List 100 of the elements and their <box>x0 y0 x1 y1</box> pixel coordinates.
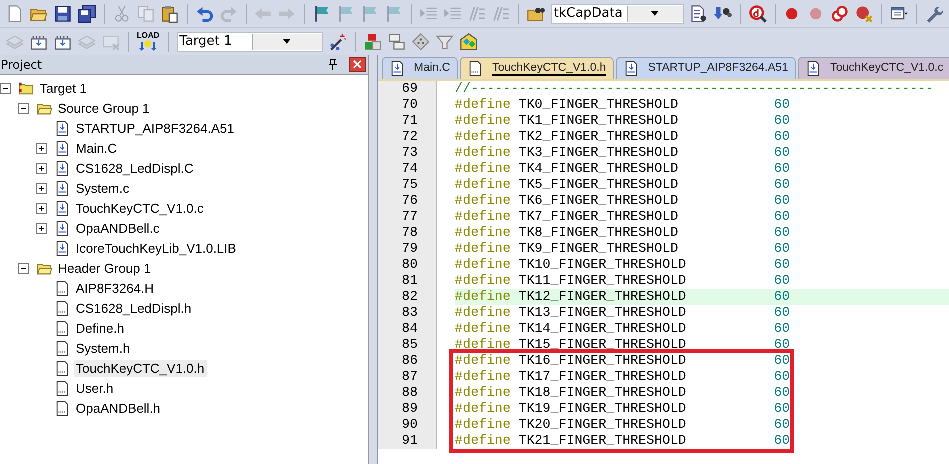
clipboard-icon[interactable] <box>160 4 179 22</box>
undo-arrow-icon[interactable] <box>196 4 214 22</box>
expand-toggle[interactable] <box>36 142 47 154</box>
search-combo-box[interactable]: tkCapData <box>550 4 684 24</box>
line-number: 78 <box>401 225 419 241</box>
code-keyword: #define <box>455 369 511 384</box>
code-value: 60 <box>774 337 792 353</box>
line-number: 73 <box>401 145 419 161</box>
window-list-icon[interactable] <box>890 4 908 22</box>
code-value: 60 <box>774 113 792 129</box>
target-combo-box[interactable]: Target 1 <box>176 32 323 52</box>
tree-item[interactable]: Main.C <box>74 140 120 156</box>
file-tab[interactable]: TouchKeyCTC_V1.0.h <box>460 57 614 79</box>
code-keyword: #define <box>455 97 511 112</box>
dropdown-arrow-icon[interactable] <box>283 39 292 44</box>
code-value: 60 <box>774 417 792 433</box>
header-file-icon <box>55 300 70 316</box>
file-tab[interactable]: TouchKeyCTC_V1.0.c <box>798 57 949 79</box>
line-number: 87 <box>401 369 419 385</box>
code-identifier: TK10_FINGER_THRESHOLD <box>518 257 686 272</box>
code-keyword: #define <box>455 385 511 400</box>
code-value: 60 <box>774 161 792 177</box>
line-number: 88 <box>401 385 419 401</box>
line-number: 83 <box>401 305 419 321</box>
expand-toggle[interactable] <box>36 182 47 194</box>
close-button[interactable] <box>349 57 366 72</box>
source-file-icon <box>55 200 70 216</box>
colored-blocks-icon[interactable] <box>364 32 382 50</box>
source-file-icon <box>55 220 70 236</box>
collapse-toggle[interactable] <box>18 262 29 274</box>
code-keyword: #define <box>455 225 511 240</box>
tree-item[interactable]: System.c <box>74 180 132 196</box>
line-number: 69 <box>401 81 419 97</box>
code-value: 60 <box>774 401 792 417</box>
stacked-windows-icon[interactable] <box>388 32 406 50</box>
tree-item[interactable]: IcoreTouchKeyLib_V1.0.LIB <box>74 240 238 256</box>
code-value: 60 <box>774 97 792 113</box>
code-value: 60 <box>774 321 792 337</box>
line-number: 71 <box>401 113 419 129</box>
code-identifier: TK20_FINGER_THRESHOLD <box>518 417 686 432</box>
tree-item[interactable]: OpaANDBell.h <box>74 400 163 416</box>
code-keyword: #define <box>455 177 511 192</box>
wrench-icon[interactable] <box>925 4 944 22</box>
tree-item[interactable]: CS1628_LedDispl.h <box>74 300 194 316</box>
code-value: 60 <box>774 289 792 305</box>
file-tab[interactable]: Main.C <box>382 57 458 79</box>
code-identifier: TK9_FINGER_THRESHOLD <box>518 241 678 256</box>
tree-item[interactable]: System.h <box>74 340 132 356</box>
tree-item[interactable]: OpaANDBell.c <box>74 220 162 236</box>
stacked-floppy-disks-icon[interactable] <box>78 4 96 22</box>
code-identifier: TK8_FINGER_THRESHOLD <box>518 225 678 240</box>
expand-toggle[interactable] <box>36 202 47 214</box>
code-value: 60 <box>774 353 792 369</box>
dropdown-arrow-icon[interactable] <box>651 11 660 16</box>
line-number: 90 <box>401 417 419 433</box>
header-file-icon <box>468 61 484 76</box>
code-keyword: #define <box>455 305 511 320</box>
code-keyword: #define <box>455 273 511 288</box>
tree-item[interactable]: CS1628_LedDispl.C <box>74 160 196 176</box>
line-number: 81 <box>401 273 419 289</box>
code-value: 60 <box>774 273 792 289</box>
source-file-icon <box>55 240 70 256</box>
file-tab[interactable]: STARTUP_AIP8F3264.A51 <box>616 57 796 79</box>
code-identifier: TK6_FINGER_THRESHOLD <box>518 193 678 208</box>
colored-gems-icon[interactable] <box>460 32 478 50</box>
dot-cross-icon[interactable] <box>855 4 874 22</box>
tree-item[interactable]: Define.h <box>74 320 126 336</box>
flag-icon[interactable] <box>313 4 332 22</box>
header-file-icon <box>55 400 70 416</box>
page-binoculars-icon[interactable] <box>690 4 708 22</box>
code-value: 60 <box>774 305 792 321</box>
code-identifier: TK15_FINGER_THRESHOLD <box>518 337 686 352</box>
tree-item[interactable]: User.h <box>74 380 116 396</box>
collapse-toggle[interactable] <box>18 102 29 114</box>
load-button[interactable]: LOAD <box>137 32 160 51</box>
tree-item[interactable]: Target 1 <box>38 80 89 96</box>
blank-page-icon[interactable] <box>6 4 24 22</box>
line-number: 82 <box>401 289 419 305</box>
code-value: 60 <box>774 257 792 273</box>
diamond-dots-icon[interactable] <box>412 32 430 50</box>
floppy-disk-icon[interactable] <box>54 4 72 22</box>
tree-item[interactable]: TouchKeyCTC_V1.0.h <box>74 360 207 376</box>
code-value: 60 <box>774 433 792 449</box>
line-number: 75 <box>401 177 419 193</box>
header-file-icon <box>55 360 70 376</box>
code-identifier: TK7_FINGER_THRESHOLD <box>518 209 678 224</box>
tree-item[interactable]: Source Group 1 <box>56 100 152 116</box>
binoculars-arrow-icon[interactable] <box>714 4 732 22</box>
tree-item[interactable]: AIP8F3264.H <box>74 280 156 296</box>
double-ring-icon[interactable] <box>831 4 850 22</box>
collapse-toggle[interactable] <box>0 82 11 94</box>
pin-icon[interactable] <box>329 59 337 70</box>
expand-toggle[interactable] <box>36 222 47 234</box>
expand-toggle[interactable] <box>36 162 47 174</box>
tree-item[interactable]: Header Group 1 <box>56 260 154 276</box>
code-identifier: TK4_FINGER_THRESHOLD <box>518 161 678 176</box>
tree-item[interactable]: TouchKeyCTC_V1.0.c <box>74 200 206 216</box>
magic-wand-icon[interactable] <box>328 32 347 50</box>
magnifier-letter-icon[interactable] <box>748 4 767 22</box>
tree-item[interactable]: STARTUP_AIP8F3264.A51 <box>74 120 236 136</box>
